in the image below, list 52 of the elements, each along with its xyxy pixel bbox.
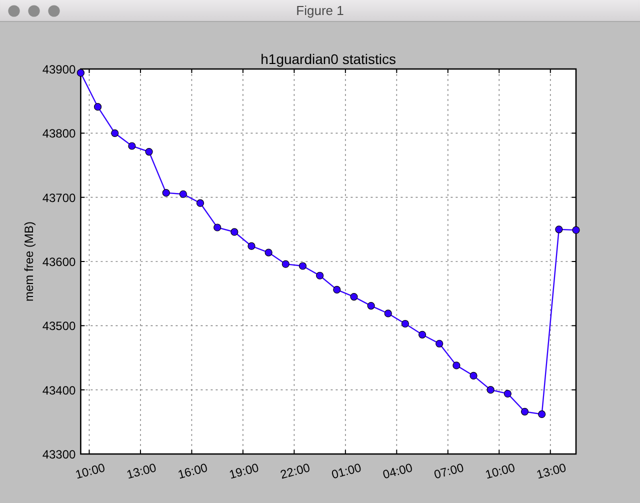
window-control-icon[interactable] bbox=[48, 4, 60, 16]
data-point bbox=[367, 302, 375, 310]
data-point bbox=[128, 142, 136, 150]
data-point bbox=[230, 228, 238, 236]
data-point bbox=[486, 386, 494, 394]
x-tick-label: 10:00 bbox=[484, 460, 516, 482]
data-point bbox=[298, 262, 307, 270]
x-tick-label: 07:00 bbox=[432, 460, 466, 482]
data-point bbox=[94, 103, 102, 111]
x-tick-label: 16:00 bbox=[176, 460, 209, 482]
y-tick-label: 43400 bbox=[42, 383, 76, 398]
data-point bbox=[470, 372, 478, 380]
data-point bbox=[538, 410, 546, 418]
window-control-icon[interactable] bbox=[8, 4, 20, 16]
data-point bbox=[264, 248, 272, 256]
data-point bbox=[214, 224, 222, 232]
y-axis-label: mem free (MB) bbox=[22, 222, 36, 302]
y-tick-label: 43500 bbox=[42, 319, 76, 334]
x-tick-label: 04:00 bbox=[381, 460, 414, 482]
data-point bbox=[350, 293, 358, 301]
chart-title: h1guardian0 statistics bbox=[260, 51, 396, 67]
x-tick-label: 10:00 bbox=[74, 460, 107, 482]
data-point bbox=[418, 330, 426, 338]
data-point bbox=[520, 408, 529, 416]
x-tick-label: 01:00 bbox=[330, 460, 363, 482]
x-tick-label: 13:00 bbox=[125, 460, 158, 482]
data-point bbox=[384, 310, 392, 318]
window-control-icon[interactable] bbox=[28, 4, 40, 16]
data-point bbox=[76, 69, 84, 77]
y-tick-label: 43600 bbox=[42, 255, 76, 269]
window-title: Figure 1 bbox=[296, 3, 344, 18]
data-point bbox=[196, 199, 204, 207]
x-tick-label: 22:00 bbox=[278, 460, 312, 482]
data-point bbox=[504, 390, 512, 398]
data-point bbox=[145, 148, 153, 156]
data-point bbox=[162, 189, 170, 197]
data-point bbox=[179, 190, 187, 198]
x-tick-label: 13:00 bbox=[535, 460, 568, 482]
y-tick-label: 43700 bbox=[42, 190, 76, 205]
data-point bbox=[316, 272, 324, 280]
data-point bbox=[572, 226, 580, 234]
data-point bbox=[248, 242, 256, 250]
data-point bbox=[333, 286, 341, 294]
y-tick-label: 43300 bbox=[42, 448, 76, 462]
data-point bbox=[452, 362, 460, 370]
data-point bbox=[555, 226, 563, 234]
data-point bbox=[111, 129, 119, 137]
data-point bbox=[436, 340, 444, 348]
data-point bbox=[282, 260, 290, 268]
y-tick-label: 43900 bbox=[42, 62, 76, 76]
x-tick-label: 19:00 bbox=[228, 460, 260, 482]
y-tick-label: 43800 bbox=[42, 126, 76, 141]
